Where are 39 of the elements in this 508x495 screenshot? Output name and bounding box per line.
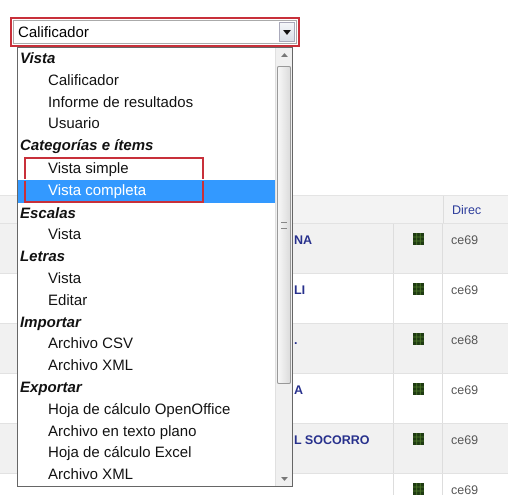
table-cell: ce69 [451,383,478,397]
table-cell: ce69 [451,483,478,495]
scroll-up-arrow-icon[interactable] [280,53,288,57]
table-cell: ce69 [451,433,478,447]
menu-option[interactable]: Archivo CSV [18,333,275,356]
menu-option[interactable]: Archivo XML [18,464,275,486]
grid-icon[interactable] [412,483,424,495]
group-label: Exportar [19,378,84,398]
grid-icon[interactable] [412,233,424,245]
grid-icon[interactable] [412,433,424,445]
grid-icon[interactable] [412,333,424,345]
table-cell: ce69 [451,283,478,297]
table-cell: ce69 [451,233,478,247]
scrollbar[interactable] [275,48,292,486]
grid-icon[interactable] [412,383,424,395]
menu-option[interactable]: Archivo XML [18,355,275,377]
menu-option[interactable]: Editar [18,290,275,312]
menu-option[interactable]: Archivo en texto plano [18,420,275,442]
menu-option[interactable]: Hoja de cálculo OpenOffice [18,398,275,421]
report-select[interactable]: Calificador [10,17,300,47]
student-name[interactable]: . [294,333,298,347]
grid-icon[interactable] [412,283,424,295]
student-name[interactable]: A [294,383,304,397]
scroll-down-arrow-icon[interactable] [280,477,288,481]
student-name[interactable]: L SOCORRO [294,433,370,447]
group-label: Letras [19,247,66,268]
menu-option[interactable]: Calificador [18,70,275,92]
group-label: Categorías e ítems [19,136,154,156]
group-label: Vista [19,49,56,69]
group-label: Escalas [19,204,77,224]
menu-option[interactable]: Informe de resultados [18,92,275,114]
menu-option[interactable]: Hoja de cálculo Excel [18,442,275,464]
menu-option[interactable]: Usuario [18,113,275,136]
table-cell: ce68 [451,333,478,347]
menu-option[interactable]: Vista [18,268,275,290]
student-name[interactable]: NA [294,233,312,247]
student-name[interactable]: LI [294,283,306,297]
menu-option[interactable]: Vista [18,224,275,246]
group-label: Importar [19,312,82,333]
